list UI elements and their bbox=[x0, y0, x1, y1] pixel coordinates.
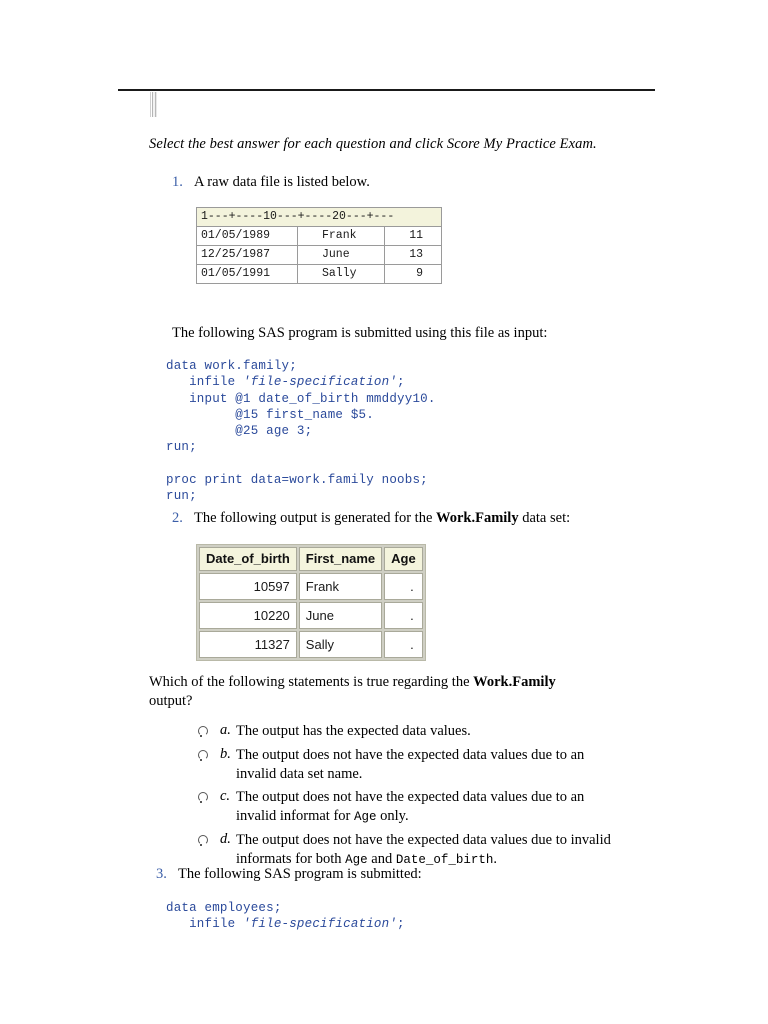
document-page: Select the best answer for each question… bbox=[0, 0, 768, 1024]
table-row: 01/05/1989 Frank 11 bbox=[196, 226, 442, 246]
cell-first-name: June bbox=[298, 602, 383, 629]
question-2-text-after: data set: bbox=[518, 510, 571, 526]
ruler-cell: 1---+----10---+----20---+--- bbox=[196, 207, 442, 227]
sas-code-block-1: data work.family; infile 'file-specifica… bbox=[166, 358, 436, 505]
question-prompt-dataset: Work.Family bbox=[473, 674, 556, 690]
option-d-mono-1: Age bbox=[345, 852, 368, 867]
code-line-4: @15 first_name $5. bbox=[166, 407, 374, 422]
option-a-text-1: The output has the expected data values. bbox=[236, 723, 471, 739]
code-line-2-filespec: 'file-specification' bbox=[243, 375, 398, 390]
option-text-b: The output does not have the expected da… bbox=[236, 746, 616, 783]
cell-first-name: Frank bbox=[298, 573, 383, 600]
text-cursor-artifact bbox=[150, 92, 157, 117]
table-header-row: Date_of_birth First_name Age bbox=[199, 547, 423, 571]
proc-print-output-table: Date_of_birth First_name Age 10597 Frank… bbox=[196, 544, 426, 661]
column-header-age: Age bbox=[384, 547, 423, 571]
option-letter-a: a. bbox=[220, 722, 231, 738]
answer-option-c[interactable]: c. The output does not have the expected… bbox=[196, 788, 616, 826]
cell-age: . bbox=[384, 573, 423, 600]
code-line-9: run; bbox=[166, 489, 197, 504]
raw-name-cell: Frank bbox=[297, 226, 385, 246]
question-1: 1. A raw data file is listed below. bbox=[172, 174, 370, 191]
option-c-text-1: The output does not have the expected da… bbox=[236, 789, 585, 824]
table-row: 12/25/1987 June 13 bbox=[196, 245, 442, 265]
code2-line-1: data employees; bbox=[166, 901, 282, 915]
radio-button-icon[interactable] bbox=[196, 724, 210, 741]
table-row: 10597 Frank . bbox=[199, 573, 423, 600]
code-line-2-post: ; bbox=[397, 375, 405, 390]
cell-age: . bbox=[384, 602, 423, 629]
sas-code-block-2: data employees; infile 'file-specificati… bbox=[166, 900, 405, 933]
table-row: 11327 Sally . bbox=[199, 631, 423, 658]
option-d-mono-2: Date_of_birth bbox=[395, 852, 494, 867]
answer-option-d[interactable]: d. The output does not have the expected… bbox=[196, 831, 616, 869]
question-2-number: 2. bbox=[172, 510, 183, 526]
answer-option-b[interactable]: b. The output does not have the expected… bbox=[196, 746, 616, 783]
cell-age: . bbox=[384, 631, 423, 658]
question-3-text: The following SAS program is submitted: bbox=[178, 866, 422, 882]
question-2-text-before: The following output is generated for th… bbox=[194, 510, 437, 526]
option-b-text-1: The output does not have the expected da… bbox=[236, 747, 585, 782]
question-prompt: Which of the following statements is tru… bbox=[149, 673, 619, 711]
option-letter-b: b. bbox=[220, 746, 231, 762]
option-c-mono-1: Age bbox=[353, 809, 377, 824]
cell-date-of-birth: 10597 bbox=[199, 573, 297, 600]
option-text-a: The output has the expected data values. bbox=[236, 722, 616, 741]
answer-options-list: a. The output has the expected data valu… bbox=[196, 722, 616, 874]
column-header-date-of-birth: Date_of_birth bbox=[199, 547, 297, 571]
question-1-text: A raw data file is listed below. bbox=[194, 174, 370, 190]
code-line-3: input @1 date_of_birth mmddyy10. bbox=[166, 391, 436, 406]
table-row-ruler: 1---+----10---+----20---+--- bbox=[196, 207, 442, 227]
code-line-5: @25 age 3; bbox=[166, 424, 313, 439]
question-3-number: 3. bbox=[156, 866, 167, 882]
table-row: 10220 June . bbox=[199, 602, 423, 629]
program-intro-text: The following SAS program is submitted u… bbox=[172, 325, 548, 341]
cell-date-of-birth: 11327 bbox=[199, 631, 297, 658]
intro-instruction: Select the best answer for each question… bbox=[149, 136, 597, 152]
answer-option-a[interactable]: a. The output has the expected data valu… bbox=[196, 722, 616, 741]
radio-button-icon[interactable] bbox=[196, 748, 210, 765]
raw-name-cell: Sally bbox=[297, 264, 385, 284]
code2-line-2-filespec: 'file-specification' bbox=[243, 917, 398, 932]
question-2: 2. The following output is generated for … bbox=[172, 510, 570, 527]
question-prompt-line2: output? bbox=[149, 693, 193, 709]
raw-age-cell: 11 bbox=[384, 226, 442, 246]
raw-date-cell: 01/05/1989 bbox=[196, 226, 298, 246]
radio-button-icon[interactable] bbox=[196, 833, 210, 850]
column-header-first-name: First_name bbox=[298, 547, 383, 571]
cell-first-name: Sally bbox=[298, 631, 383, 658]
raw-name-cell: June bbox=[297, 245, 385, 265]
question-1-number: 1. bbox=[172, 174, 183, 190]
raw-data-file-table: 1---+----10---+----20---+--- 01/05/1989 … bbox=[196, 207, 442, 284]
header-horizontal-rule bbox=[118, 89, 655, 91]
question-3: 3. The following SAS program is submitted… bbox=[156, 866, 422, 883]
question-2-dataset-name: Work.Family bbox=[436, 510, 519, 526]
option-letter-c: c. bbox=[220, 788, 231, 804]
code2-line-2-post: ; bbox=[397, 917, 405, 932]
table-row: 01/05/1991 Sally 9 bbox=[196, 264, 442, 284]
option-text-d: The output does not have the expected da… bbox=[236, 831, 616, 869]
code-line-2-pre: infile bbox=[166, 375, 244, 390]
option-c-text-2: only. bbox=[376, 807, 409, 824]
cell-date-of-birth: 10220 bbox=[199, 602, 297, 629]
code-line-1: data work.family; bbox=[166, 359, 297, 373]
raw-date-cell: 01/05/1991 bbox=[196, 264, 298, 284]
raw-age-cell: 9 bbox=[384, 264, 442, 284]
option-letter-d: d. bbox=[220, 831, 231, 847]
code-line-8: proc print data=work.family noobs; bbox=[166, 473, 428, 488]
radio-button-icon[interactable] bbox=[196, 790, 210, 807]
code2-line-2-pre: infile bbox=[166, 917, 244, 932]
option-d-text-2: and bbox=[367, 850, 396, 867]
raw-age-cell: 13 bbox=[384, 245, 442, 265]
option-text-c: The output does not have the expected da… bbox=[236, 788, 616, 826]
raw-date-cell: 12/25/1987 bbox=[196, 245, 298, 265]
code-line-6: run; bbox=[166, 440, 197, 455]
option-d-text-3: . bbox=[493, 850, 497, 867]
question-prompt-before: Which of the following statements is tru… bbox=[149, 674, 474, 690]
